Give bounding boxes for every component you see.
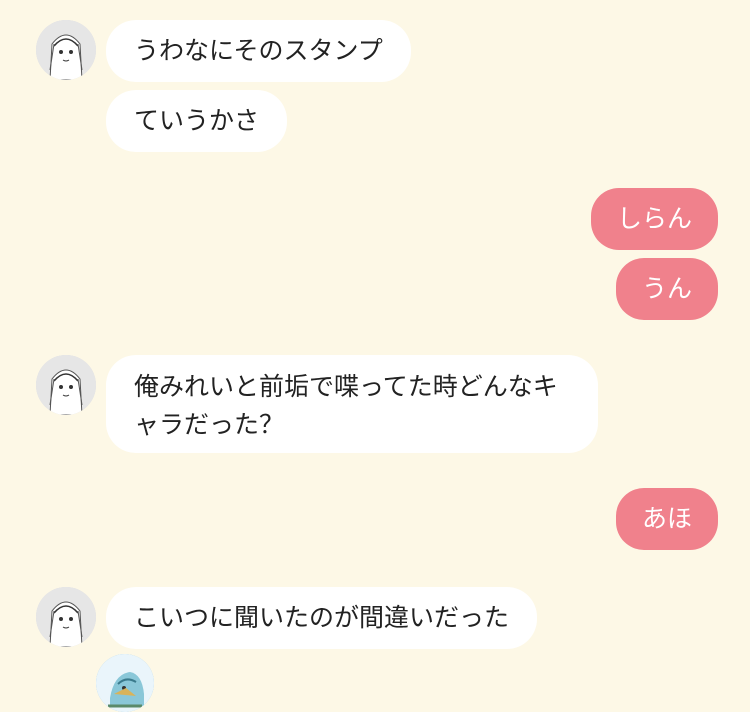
contact-avatar[interactable] [36, 355, 96, 415]
reaction-avatar-icon[interactable] [96, 654, 154, 712]
contact-avatar[interactable] [36, 20, 96, 80]
message-bubble-outgoing[interactable]: しらん [590, 188, 718, 250]
message-bubble-outgoing[interactable]: うん [615, 258, 718, 320]
message-bubble-outgoing[interactable]: あほ [615, 488, 718, 550]
contact-avatar[interactable] [36, 587, 96, 647]
message-bubble-incoming[interactable]: こいつに聞いたのが間違いだった [106, 587, 538, 649]
message-bubble-incoming[interactable]: ていうかさ [106, 90, 288, 152]
message-bubble-incoming[interactable]: 俺みれいと前垢で喋ってた時どんなキャラだった？ [106, 355, 598, 453]
message-bubble-incoming[interactable]: うわなにそのスタンプ [106, 20, 411, 82]
